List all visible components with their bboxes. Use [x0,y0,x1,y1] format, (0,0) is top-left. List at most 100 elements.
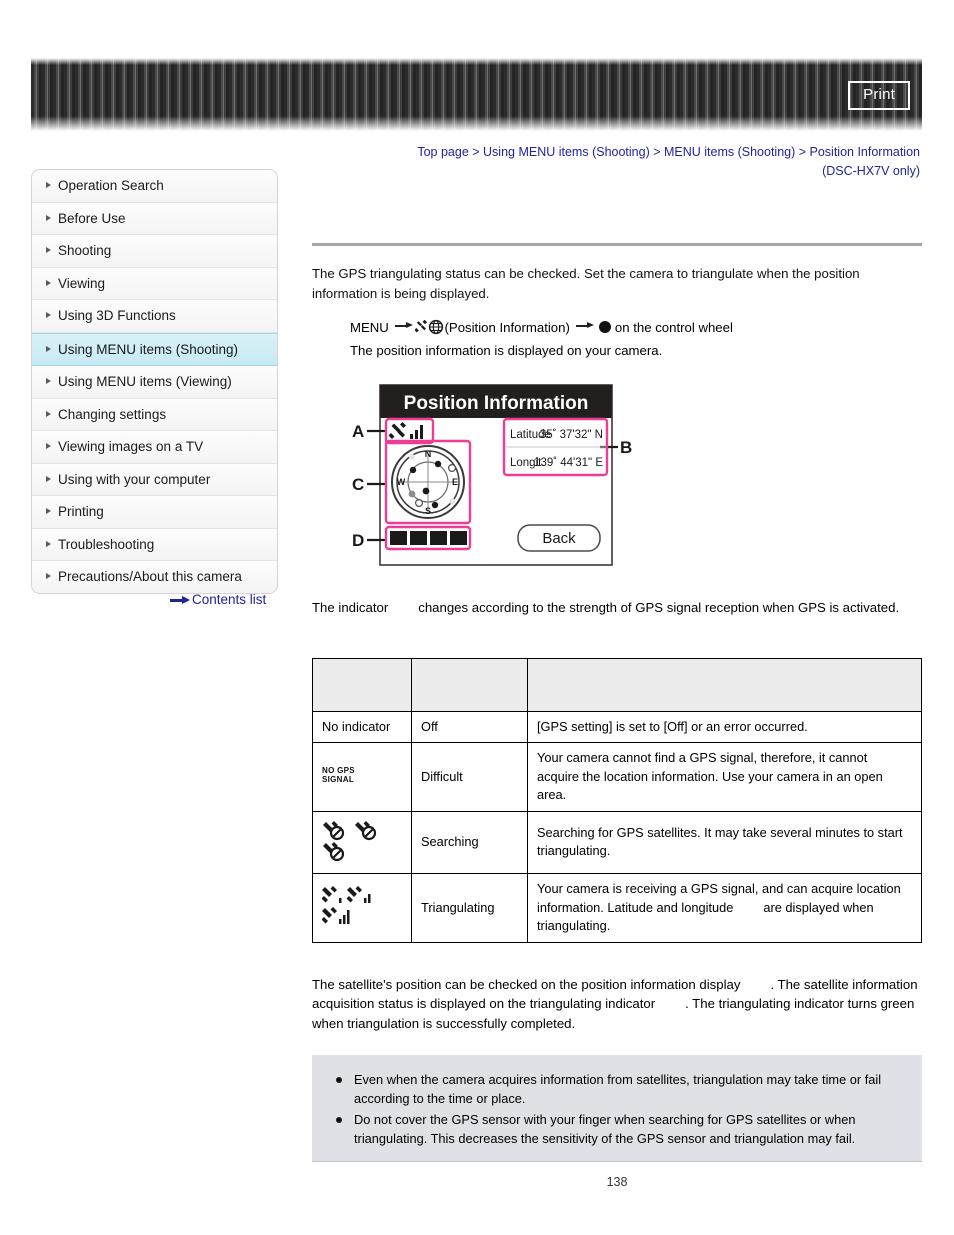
sidebar-item-label: Viewing images on a TV [58,439,204,454]
sidebar-item-changing-settings[interactable]: Changing settings [32,398,277,431]
sidebar-item-before-use[interactable]: Before Use [32,202,277,235]
gps-triangulating-icon [321,886,371,924]
page-number: 138 [606,1175,628,1189]
cell-description-searching: Searching for GPS satellites. It may tak… [527,810,922,874]
callout-c-label: C [352,475,364,494]
print-button[interactable]: Print [848,81,910,110]
sidebar-item-operation-search[interactable]: Operation Search [32,170,277,203]
sidebar-item-using-menu-items-shooting[interactable]: Using MENU items (Shooting) [32,332,277,366]
center-button-icon [599,321,612,333]
sidebar-item-label: Using MENU items (Viewing) [58,374,232,389]
sidebar-item-using-3d-functions[interactable]: Using 3D Functions [32,300,277,333]
sidebar-item-using-menu-items-viewing[interactable]: Using MENU items (Viewing) [32,366,277,399]
sidebar-item-label: Troubleshooting [58,536,155,552]
menu-step-line: MENU (Position Information) on the contr… [350,317,922,339]
sidebar-item-viewing-images-on-a-tv[interactable]: Viewing images on a TV [32,431,277,464]
sidebar-item-label: Changing settings [58,406,167,422]
cell-state-difficult: Difficult [411,742,528,812]
position-information-screen-svg: Position Information A B Latitude 35˚ 37… [352,384,632,566]
triangle-right-icon [46,410,51,417]
note-item: Even when the camera acquires informatio… [332,1071,902,1108]
table-header-description [527,657,922,712]
sidebar-item-label: Printing [58,504,104,519]
triangle-right-icon [46,378,51,385]
cell-description-difficult: Your camera cannot find a GPS signal, th… [527,742,922,812]
arrow-right-icon [393,321,415,331]
indicator-para-after: changes according to the strength of GPS… [418,600,900,615]
header-banner: Print [31,58,922,131]
menu-step-prefix: MENU [350,320,389,335]
callout-a-label: A [352,422,364,441]
footer-divider [312,1161,922,1162]
note-text: Do not cover the GPS sensor with your fi… [354,1112,856,1146]
compass-west-label: W [397,477,406,487]
no-gps-signal-icon: NO GPS SIGNAL [322,766,355,784]
compass-north-label: N [425,449,432,459]
gps-searching-icon [323,820,377,861]
compass-east-label: E [452,477,458,487]
table-header-row [312,657,922,712]
triangle-right-icon [46,475,51,482]
triangle-right-icon [46,443,51,450]
cell-icon-no-indicator: No indicator [312,710,412,743]
table-row: No indicator Off [GPS setting] is set to… [312,710,922,743]
back-button: Back [542,530,576,547]
arrow-right-icon [170,596,190,605]
note-item: Do not cover the GPS sensor with your fi… [332,1111,902,1148]
cell-description-off: [GPS setting] is set to [Off] or an erro… [527,710,922,743]
cell-state-searching: Searching [411,810,528,874]
sidebar-item-label: Precautions/About this camera [58,569,242,584]
table-row: Triangulating Your camera is receiving a… [312,873,922,943]
figure-title: Position Information [404,393,589,414]
triangle-right-icon [46,279,51,286]
content-divider [312,243,922,246]
triangle-right-icon [46,214,51,221]
sidebar-item-precautions-about-this-camera[interactable]: Precautions/About this camera [32,561,277,593]
compass-south-label: S [425,506,431,516]
table-row: NO GPS SIGNAL Difficult Your camera canno… [312,742,922,812]
triangle-right-icon [46,182,51,189]
satellite-position-paragraph: The satellite's position can be checked … [312,975,922,1034]
arrow-right-icon [574,321,596,331]
breadcrumb: Top page > Using MENU items (Shooting) >… [330,143,920,181]
bullet-icon [336,1117,342,1123]
callout-b-label: B [620,438,632,457]
sidebar-item-using-with-your-computer[interactable]: Using with your computer [32,463,277,496]
sidebar-item-label: Before Use [58,210,126,226]
menu-step-item: (Position Information) [444,320,570,335]
indicator-paragraph: The indicator changes according to the st… [312,598,922,618]
sidebar-item-troubleshooting[interactable]: Troubleshooting [32,528,277,561]
breadcrumb-line-1[interactable]: Top page > Using MENU items (Shooting) >… [417,145,920,159]
gps-indicator-table: No indicator Off [GPS setting] is set to… [312,657,922,943]
triangle-right-icon [46,247,51,254]
breadcrumb-line-2[interactable]: (DSC-HX7V only) [822,164,920,178]
sidebar-item-label: Using MENU items (Shooting) [58,341,239,357]
menu-step-note: The position information is displayed on… [350,343,663,358]
sidebar-item-viewing[interactable]: Viewing [32,267,277,300]
bullet-icon [336,1077,342,1083]
latitude-value: 35˚ 37'32" N [540,429,603,441]
menu-step-suffix: on the control wheel [614,320,733,335]
no-indicator-label: No indicator [322,718,391,734]
position-information-figure: Position Information A B Latitude 35˚ 37… [342,383,642,568]
note-text: Even when the camera acquires informatio… [354,1072,882,1106]
table-header-state [411,657,528,712]
cell-icon-no-gps-signal: NO GPS SIGNAL [312,742,412,812]
sidebar-item-label: Viewing [58,275,106,291]
position-information-icon [413,319,445,335]
sidebar-item-shooting[interactable]: Shooting [32,235,277,268]
cell-icon-searching [312,810,412,874]
notes-box: Even when the camera acquires informatio… [312,1055,922,1162]
indicator-para-before: The indicator [312,600,389,615]
triangle-right-icon [46,573,51,580]
contents-list-label: Contents list [192,592,267,607]
sidebar-item-label: Shooting [58,243,112,258]
main-content: The GPS triangulating status can be chec… [312,190,922,1162]
triangle-right-icon [46,508,51,515]
bottom-para-part1: The satellite's position can be checked … [312,976,741,992]
contents-list-link[interactable]: Contents list [170,592,266,607]
sidebar-item-printing[interactable]: Printing [32,496,277,529]
sidebar-item-label: Using 3D Functions [58,308,176,323]
triangle-right-icon [46,312,51,319]
longitude-value: 139˚ 44'31" E [534,457,603,469]
